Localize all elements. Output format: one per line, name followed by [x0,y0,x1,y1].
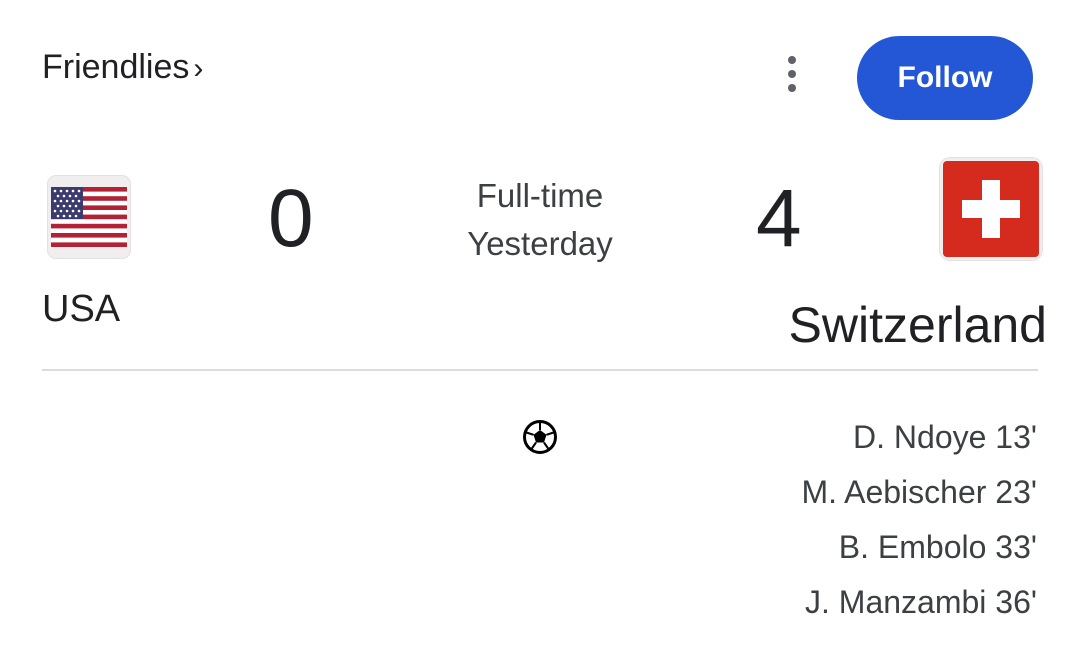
follow-button[interactable]: Follow [857,36,1033,120]
goal-scorer: M. Aebischer 23' [801,474,1037,510]
away-goal-scorers: D. Ndoye 13' M. Aebischer 23' B. Embolo … [801,415,1037,635]
usa-flag-graphic [51,187,127,247]
switzerland-flag-graphic [943,161,1039,257]
divider [42,369,1038,371]
home-team-name[interactable]: USA [42,288,120,331]
soccer-ball-icon [523,420,557,454]
match-date: Yesterday [467,225,613,262]
match-status: Full-time Yesterday [440,172,640,268]
more-vert-icon [788,56,796,64]
home-score: 0 [268,173,314,264]
status-label: Full-time [476,177,604,214]
goal-scorer: B. Embolo 33' [838,529,1037,565]
switzerland-flag-icon[interactable] [940,158,1042,260]
away-team-name[interactable]: Switzerland [789,296,1047,354]
goal-scorer: J. Manzambi 36' [805,584,1037,620]
chevron-right-icon: › [193,51,204,85]
away-score: 4 [756,173,802,264]
usa-flag-icon[interactable] [48,176,130,258]
competition-name: Friendlies [42,48,190,86]
competition-link[interactable]: Friendlies › [42,48,203,87]
goal-scorer: D. Ndoye 13' [853,419,1037,455]
more-options-button[interactable] [772,50,812,98]
